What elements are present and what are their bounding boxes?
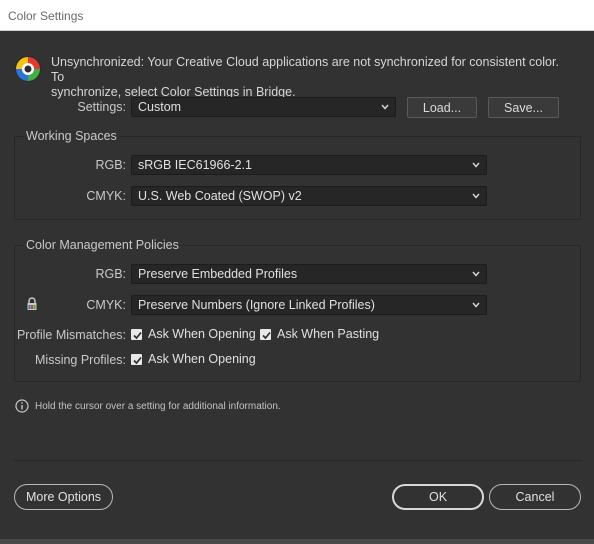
hint-text: Hold the cursor over a setting for addit… — [35, 401, 281, 412]
chevron-down-icon — [472, 302, 480, 308]
working-rgb-label: RGB: — [95, 158, 126, 172]
policy-rgb-dropdown[interactable]: Preserve Embedded Profiles — [131, 264, 487, 284]
missing-profiles-label: Missing Profiles: — [35, 353, 126, 367]
settings-label: Settings: — [77, 100, 126, 114]
profile-mismatches-label: Profile Mismatches: — [16, 328, 126, 342]
working-rgb-dropdown[interactable]: sRGB IEC61966-2.1 — [131, 155, 487, 175]
ok-button[interactable]: OK — [392, 484, 484, 510]
sync-message: Unsynchronized: Your Creative Cloud appl… — [51, 55, 571, 100]
checkmark-icon — [133, 356, 142, 365]
policy-cmyk-dropdown[interactable]: Preserve Numbers (Ignore Linked Profiles… — [131, 295, 487, 315]
chevron-down-icon — [472, 162, 480, 168]
policies-title: Color Management Policies — [24, 238, 181, 252]
missing-ask-when-opening-checkbox[interactable] — [131, 354, 142, 365]
working-cmyk-dropdown[interactable]: U.S. Web Coated (SWOP) v2 — [131, 186, 487, 206]
window-bottom-edge — [0, 539, 594, 544]
chevron-down-icon — [381, 104, 389, 110]
more-options-button[interactable]: More Options — [14, 484, 113, 510]
chevron-down-icon — [472, 193, 480, 199]
missing-ask-when-opening-label: Ask When Opening — [148, 352, 256, 366]
save-button[interactable]: Save... — [488, 97, 559, 118]
ask-when-opening-checkbox[interactable] — [131, 329, 142, 340]
color-sync-status-icon — [15, 56, 41, 82]
footer-divider — [14, 460, 582, 461]
working-cmyk-value: U.S. Web Coated (SWOP) v2 — [138, 189, 302, 203]
info-icon — [15, 399, 29, 413]
working-spaces-group — [14, 136, 581, 220]
checkmark-icon — [133, 331, 142, 340]
lock-icon — [27, 297, 37, 310]
cancel-button[interactable]: Cancel — [489, 484, 581, 510]
checkmark-icon — [262, 331, 271, 340]
ask-when-pasting-checkbox[interactable] — [260, 329, 271, 340]
working-rgb-value: sRGB IEC61966-2.1 — [138, 158, 252, 172]
policy-cmyk-label: CMYK: — [86, 298, 126, 312]
settings-value: Custom — [138, 100, 182, 114]
settings-dropdown[interactable]: Custom — [131, 97, 396, 117]
working-spaces-title: Working Spaces — [24, 129, 119, 143]
load-button[interactable]: Load... — [407, 97, 477, 118]
policy-rgb-value: Preserve Embedded Profiles — [138, 267, 298, 281]
window-title: Color Settings — [0, 0, 594, 31]
chevron-down-icon — [472, 271, 480, 277]
working-cmyk-label: CMYK: — [86, 189, 126, 203]
policy-rgb-label: RGB: — [95, 267, 126, 281]
ask-when-pasting-label: Ask When Pasting — [277, 327, 380, 341]
ask-when-opening-label: Ask When Opening — [148, 327, 256, 341]
policy-cmyk-value: Preserve Numbers (Ignore Linked Profiles… — [138, 298, 375, 312]
sync-message-line1: Unsynchronized: Your Creative Cloud appl… — [51, 55, 559, 84]
